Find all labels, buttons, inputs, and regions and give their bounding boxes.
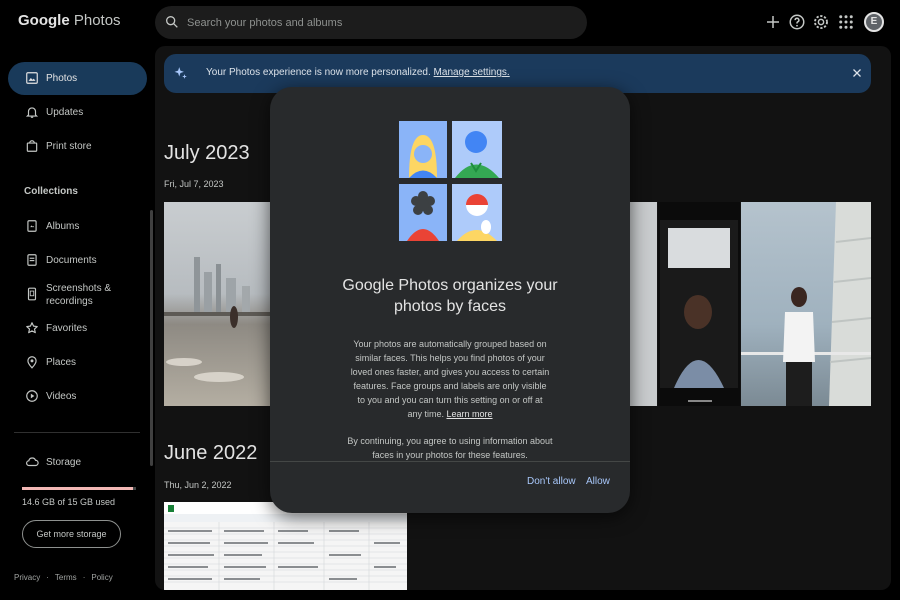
- google-photos-logo[interactable]: Google Photos: [18, 12, 121, 29]
- top-bar: Google Photos E: [0, 0, 900, 46]
- spreadsheet-screenshot-photo: [164, 502, 407, 590]
- logo-photos-text: Photos: [73, 12, 121, 29]
- map-pin-icon: [27, 356, 37, 369]
- day-heading: Fri, Jul 7, 2023: [164, 179, 224, 189]
- album-icon: [27, 220, 37, 232]
- bell-icon: [25, 107, 39, 118]
- sidebar-item-label: Print store: [46, 141, 92, 152]
- help-icon[interactable]: [788, 13, 806, 31]
- manage-settings-link[interactable]: Manage settings.: [434, 67, 510, 78]
- banner-text-wrap: Your Photos experience is now more perso…: [206, 67, 510, 78]
- sidebar-item-label: Storage: [46, 457, 82, 468]
- footer-dot: ·: [82, 573, 86, 582]
- sidebar-item-label: Screenshots & recordings: [46, 283, 112, 307]
- sidebar-divider: [14, 432, 140, 433]
- balcony-photo: [741, 202, 871, 406]
- get-more-storage-button[interactable]: Get more storage: [22, 520, 121, 548]
- photo-thumbnail[interactable]: [164, 502, 407, 590]
- day-heading: Thu, Jun 2, 2022: [164, 480, 232, 490]
- storage-used-text: 14.6 GB of 15 GB used: [22, 497, 116, 507]
- close-icon[interactable]: [851, 67, 863, 79]
- sidebar-item-places[interactable]: Places: [8, 346, 147, 379]
- document-icon: [27, 254, 37, 266]
- sidebar-item-label: Documents: [46, 255, 97, 266]
- collections-heading: Collections: [24, 186, 78, 197]
- dont-allow-button[interactable]: Don't allow: [527, 476, 576, 487]
- policy-link[interactable]: Policy: [91, 573, 112, 582]
- face-grouping-dialog: Google Photos organizes your photos by f…: [270, 87, 630, 513]
- storage-progress-fill: [22, 487, 133, 490]
- sidebar: Photos Updates Print store Collections A…: [0, 46, 150, 600]
- photo-thumbnail[interactable]: [164, 202, 270, 406]
- sidebar-item-label: Photos: [46, 73, 78, 84]
- car-selfie-photo: [660, 220, 738, 402]
- sidebar-item-documents[interactable]: Documents: [8, 244, 147, 277]
- cloud-icon: [26, 457, 39, 467]
- logo-google-text: Google: [18, 12, 70, 29]
- sidebar-item-label: Places: [46, 357, 77, 368]
- shopping-bag-icon: [26, 140, 38, 152]
- play-icon: [26, 390, 38, 402]
- sidebar-item-updates[interactable]: Updates: [8, 96, 147, 129]
- dialog-title: Google Photos organizes your photos by f…: [342, 277, 558, 315]
- apps-grid-icon[interactable]: [837, 13, 855, 31]
- dialog-divider: [270, 461, 630, 462]
- sidebar-item-label: Favorites: [46, 323, 88, 334]
- search-input[interactable]: [187, 6, 567, 39]
- search-bar[interactable]: [155, 6, 587, 39]
- sidebar-item-label: Videos: [46, 391, 77, 402]
- photos-icon: [26, 72, 38, 84]
- dialog-body: Your photos are automatically grouped ba…: [350, 337, 550, 421]
- sidebar-item-screenshots[interactable]: Screenshots & recordings: [8, 278, 147, 311]
- faces-illustration: [399, 121, 502, 241]
- footer-links: Privacy · Terms · Policy: [14, 573, 119, 582]
- dialog-body-text: Your photos are automatically grouped ba…: [350, 339, 550, 419]
- city-skyline-photo: [164, 257, 270, 382]
- photo-thumbnail[interactable]: [630, 202, 657, 406]
- sidebar-item-storage[interactable]: Storage: [8, 446, 147, 479]
- learn-more-link[interactable]: Learn more: [447, 409, 493, 419]
- sidebar-item-albums[interactable]: Albums: [8, 210, 147, 243]
- sidebar-item-label: Updates: [46, 107, 84, 118]
- screenshot-icon: [27, 287, 37, 301]
- star-icon: [26, 322, 38, 334]
- allow-button[interactable]: Allow: [586, 476, 610, 487]
- month-heading: June 2022: [164, 442, 258, 464]
- photo-thumbnail[interactable]: [658, 202, 740, 406]
- dialog-consent-text: By continuing, you agree to using inform…: [347, 436, 553, 460]
- sidebar-scrollbar[interactable]: [150, 210, 153, 466]
- gear-icon[interactable]: [812, 13, 830, 31]
- sidebar-item-print-store[interactable]: Print store: [8, 130, 147, 163]
- avatar[interactable]: E: [864, 12, 884, 32]
- banner-text: Your Photos experience is now more perso…: [206, 67, 431, 78]
- sidebar-item-videos[interactable]: Videos: [8, 380, 147, 413]
- footer-dot: ·: [46, 573, 49, 582]
- sidebar-item-favorites[interactable]: Favorites: [8, 312, 147, 345]
- storage-progress-bar: [22, 487, 136, 490]
- sidebar-item-photos[interactable]: Photos: [8, 62, 147, 95]
- month-heading: July 2023: [164, 142, 250, 164]
- search-icon[interactable]: [164, 14, 180, 30]
- sidebar-item-label: Albums: [46, 221, 80, 232]
- photo-thumbnail[interactable]: [741, 202, 871, 406]
- terms-link[interactable]: Terms: [55, 573, 77, 582]
- sparkle-icon: [174, 67, 187, 79]
- privacy-link[interactable]: Privacy: [14, 573, 40, 582]
- add-icon[interactable]: [764, 13, 782, 31]
